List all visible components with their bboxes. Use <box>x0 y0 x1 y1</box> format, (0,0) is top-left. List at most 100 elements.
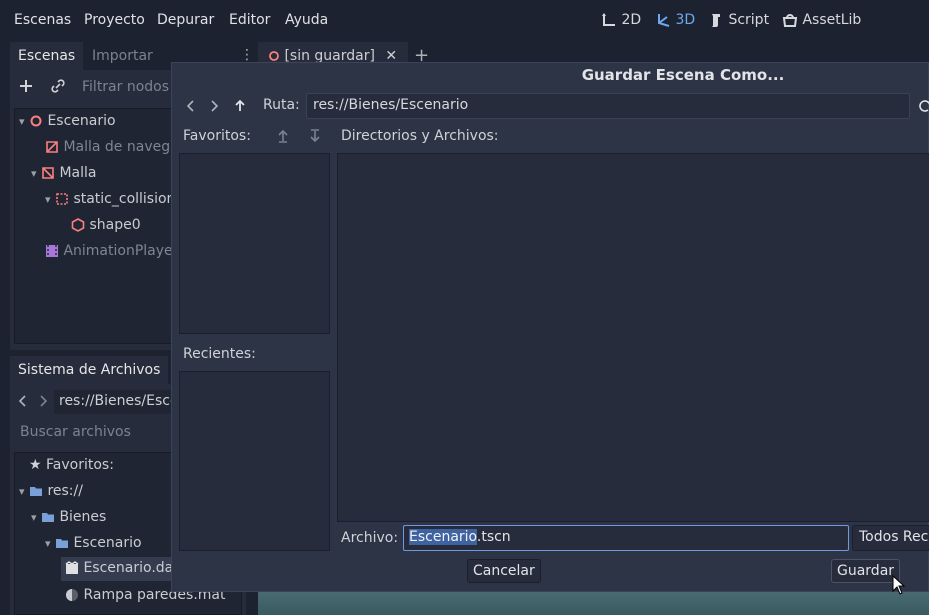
tab-importar[interactable]: Importar <box>84 42 161 70</box>
save-label: Guardar <box>837 563 895 579</box>
scene-file-icon <box>65 561 79 574</box>
file-name-ext: .tscn <box>476 529 511 545</box>
filter-nodes-placeholder: Filtrar nodos <box>82 79 170 95</box>
instance-scene-button[interactable] <box>50 78 66 98</box>
animation-player-icon <box>46 245 58 257</box>
workspace-script-label: Script <box>728 12 770 28</box>
tree-label: Favoritos: <box>46 457 114 473</box>
file-label: Archivo: <box>341 530 399 546</box>
recents-list[interactable] <box>179 371 330 551</box>
filesystem-path-field[interactable]: res://Bienes/Escenario <box>54 390 174 414</box>
menu-bar: Escenas Proyecto Depurar Editor Ayuda 2D… <box>0 0 929 42</box>
mesh-icon <box>42 167 54 179</box>
tree-label: static_collision <box>73 191 176 207</box>
expand-arrow-icon: ▾ <box>31 167 37 180</box>
fs-row-favoritos[interactable]: ★ Favoritos: <box>29 457 114 473</box>
search-files-input[interactable]: Buscar archivos <box>14 420 174 446</box>
script-icon <box>711 14 720 27</box>
cancel-label: Cancelar <box>473 563 535 579</box>
menu-ayuda[interactable]: Ayuda <box>285 12 328 28</box>
tree-label: res:// <box>47 483 83 499</box>
assetlib-icon <box>782 14 798 27</box>
chevron-left-icon <box>186 100 194 112</box>
path-value: res://Bienes/Escenario <box>313 97 469 113</box>
save-button[interactable]: Guardar <box>831 559 901 583</box>
workspace-script-button[interactable]: Script <box>708 12 769 28</box>
dialog-title: Guardar Escena Como... <box>581 66 785 84</box>
menu-escenas[interactable]: Escenas <box>14 12 71 28</box>
workspace-3d-button[interactable]: 3D <box>655 12 695 28</box>
tree-label: Escenario <box>73 535 142 551</box>
path-input[interactable]: res://Bienes/Escenario <box>306 93 910 119</box>
file-filter-value: Todos Reconocidos <box>859 529 929 545</box>
favorite-move-down-button[interactable] <box>309 129 321 147</box>
expand-arrow-icon: ▾ <box>45 193 51 206</box>
tree-row-shape0[interactable]: shape0 <box>71 217 141 233</box>
material-icon <box>66 589 78 601</box>
search-files-placeholder: Buscar archivos <box>20 424 131 440</box>
tree-row-escenario[interactable]: ▾ Escenario <box>19 113 116 129</box>
folder-icon <box>41 513 54 522</box>
tree-label: Escenario <box>47 113 116 129</box>
dirs-files-list[interactable] <box>337 153 929 522</box>
fs-row-res[interactable]: ▾ res:// <box>19 483 83 499</box>
dialog-up-button[interactable] <box>234 99 246 117</box>
back-icon[interactable] <box>18 394 28 412</box>
file-filter-select[interactable]: Todos Reconocidos <box>852 525 929 551</box>
folder-icon <box>55 539 68 548</box>
dock-menu-icon[interactable]: ⋮ <box>240 47 254 63</box>
2d-icon <box>602 13 615 26</box>
tree-row-malla[interactable]: ▾ Malla <box>31 165 96 181</box>
tree-label: Bienes <box>59 509 107 525</box>
workspace-2d-button[interactable]: 2D <box>601 12 641 28</box>
dialog-forward-button[interactable] <box>209 99 219 117</box>
tree-label: Malla <box>59 165 97 181</box>
menu-editor[interactable]: Editor <box>229 12 270 28</box>
dialog-back-button[interactable] <box>186 99 196 117</box>
favorites-list[interactable] <box>179 153 330 334</box>
filesystem-path: res://Bienes/Escenario <box>59 393 174 409</box>
node3d-icon <box>269 51 279 61</box>
favorite-move-up-button[interactable] <box>277 129 289 147</box>
chevron-right-icon <box>211 100 219 112</box>
star-icon: ★ <box>29 457 42 473</box>
mouse-cursor-icon <box>892 575 906 595</box>
node3d-icon <box>30 115 42 127</box>
static-body-icon <box>56 193 68 205</box>
expand-arrow-icon: ▾ <box>45 537 51 550</box>
menu-depurar[interactable]: Depurar <box>157 12 214 28</box>
cancel-button[interactable]: Cancelar <box>467 559 541 583</box>
collision-shape-icon <box>71 218 85 232</box>
expand-arrow-icon: ▾ <box>31 511 37 524</box>
tab-escenas[interactable]: Escenas <box>10 42 84 70</box>
expand-arrow-icon: ▾ <box>19 115 25 128</box>
workspace-assetlib-button[interactable]: AssetLib <box>782 12 861 28</box>
refresh-icon <box>919 100 929 112</box>
recents-label: Recientes: <box>183 346 256 362</box>
add-node-button[interactable] <box>18 78 34 98</box>
fs-row-escenario[interactable]: ▾ Escenario <box>45 535 142 551</box>
arrow-up-icon <box>278 129 288 143</box>
tree-label: AnimationPlayer <box>63 243 179 259</box>
path-label: Ruta: <box>263 97 300 113</box>
workspace-2d-label: 2D <box>621 12 642 28</box>
menu-proyecto[interactable]: Proyecto <box>84 12 145 28</box>
link-icon <box>51 79 65 93</box>
3d-icon <box>658 14 670 27</box>
workspace-assetlib-label: AssetLib <box>802 12 862 28</box>
forward-icon[interactable] <box>38 394 48 412</box>
arrow-down-icon <box>310 129 320 143</box>
fs-row-bienes[interactable]: ▾ Bienes <box>31 509 106 525</box>
filter-nodes-input[interactable]: Filtrar nodos <box>76 75 176 101</box>
tree-row-static-collision[interactable]: ▾ static_collision <box>45 191 175 207</box>
tab-filesystem[interactable]: Sistema de Archivos <box>10 356 169 384</box>
tree-label: shape0 <box>89 217 141 233</box>
navmesh-icon <box>46 141 58 153</box>
viewport-floor <box>258 590 929 615</box>
file-name-selected: Escenario <box>409 529 477 545</box>
tree-row-animation-player[interactable]: AnimationPlayer <box>45 243 178 259</box>
arrow-up-icon <box>235 99 245 111</box>
expand-arrow-icon: ▾ <box>19 485 25 498</box>
refresh-button[interactable] <box>919 99 929 117</box>
file-name-input[interactable]: Escenario.tscn <box>403 525 849 551</box>
